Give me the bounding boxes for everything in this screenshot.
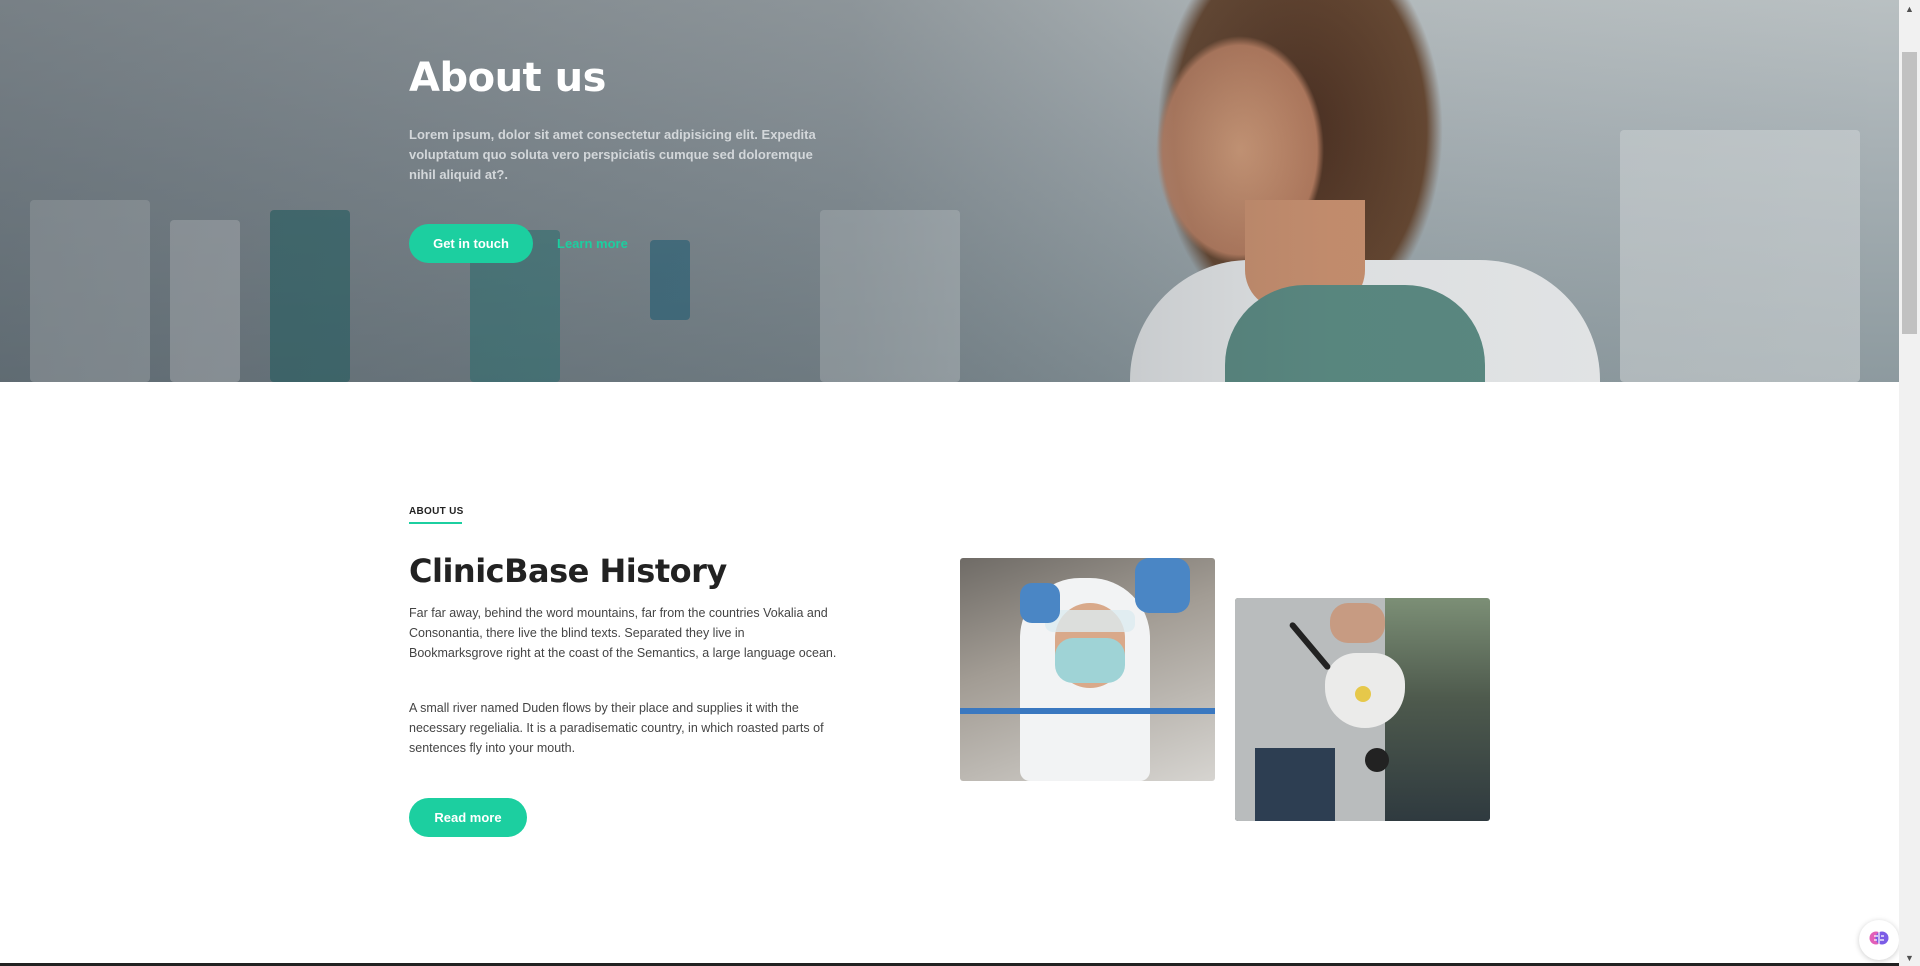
hero-description: Lorem ipsum, dolor sit amet consectetur … <box>409 127 816 182</box>
brain-icon <box>1868 927 1890 954</box>
hero-actions: Get in touch Learn more <box>409 224 849 263</box>
learn-more-link[interactable]: Learn more <box>557 236 628 251</box>
section-eyebrow: ABOUT US <box>409 506 464 517</box>
scrollbar-thumb[interactable] <box>1902 52 1917 334</box>
hero-title: About us <box>409 55 606 101</box>
page-scrollbar[interactable]: ▲ ▼ <box>1899 0 1920 966</box>
assistant-widget-button[interactable] <box>1859 920 1899 960</box>
hero-content: About us Lorem ipsum, dolor sit amet con… <box>409 55 849 263</box>
about-paragraph-2: A small river named Duden flows by their… <box>409 701 824 755</box>
doctor-ppe-photo <box>960 558 1215 781</box>
stethoscope-mask-photo <box>1235 598 1490 821</box>
get-in-touch-button[interactable]: Get in touch <box>409 224 533 263</box>
eyebrow-underline <box>409 522 462 524</box>
about-paragraph-1: Far far away, behind the word mountains,… <box>409 606 837 660</box>
scroll-down-arrow-icon[interactable]: ▼ <box>1899 949 1920 966</box>
read-more-button[interactable]: Read more <box>409 798 527 837</box>
hero-banner: About us Lorem ipsum, dolor sit amet con… <box>0 0 1899 382</box>
scroll-up-arrow-icon[interactable]: ▲ <box>1899 0 1920 17</box>
section-title: ClinicBase History <box>409 552 727 590</box>
